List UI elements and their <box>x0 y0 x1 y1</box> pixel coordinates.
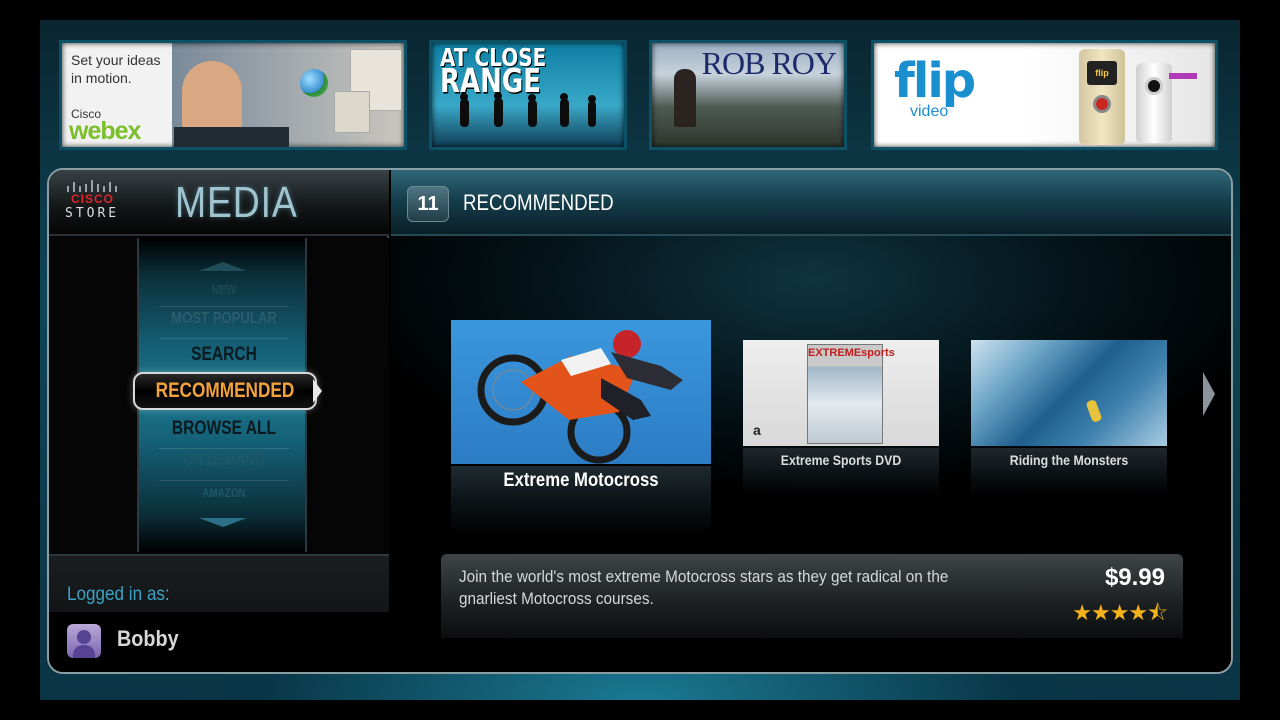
scroll-down-icon[interactable] <box>199 518 247 527</box>
user-name: Bobby <box>117 626 179 651</box>
menu-item-recommended[interactable]: RECOMMENDED <box>133 372 317 410</box>
card-extreme-sports-dvd[interactable]: EXTREMEsports a Extreme Sports DVD <box>743 340 939 496</box>
item-price: $9.99 <box>1104 564 1165 591</box>
star-rating: ★★★★⯪ <box>1072 601 1168 626</box>
cisco-logo: CISCO <box>71 192 115 206</box>
menu-wheel-area: NEW MOST POPULAR SEARCH BROWSE ALL ON DE… <box>49 238 389 554</box>
at-close-range-title: AT CLOSE RANGE <box>440 45 546 99</box>
menu-divider <box>159 480 289 481</box>
menu-item-most-popular[interactable]: MOST POPULAR <box>154 310 293 328</box>
menu-item-new[interactable]: NEW <box>154 282 293 297</box>
page-title: MEDIA <box>175 178 298 227</box>
webex-brand: webex <box>69 117 141 145</box>
card-caption: Extreme Sports DVD <box>743 448 939 496</box>
menu-item-recommended-label: RECOMMENDED <box>155 379 295 402</box>
rob-roy-figure-image <box>674 69 696 127</box>
user-row[interactable]: Bobby <box>49 612 389 672</box>
logged-in-label: Logged in as: <box>67 584 170 605</box>
menu-divider <box>159 306 289 307</box>
card-caption: Riding the Monsters <box>971 448 1167 496</box>
menu-item-amazon[interactable]: AMAZON <box>154 486 293 500</box>
webex-tagline: Set your ideas in motion. <box>71 52 161 86</box>
menu-item-browse-all[interactable]: BROWSE ALL <box>154 418 293 440</box>
flip-camera-back-image <box>1136 63 1172 143</box>
menu-item-search[interactable]: SEARCH <box>154 344 293 366</box>
flip-camera-image: flip <box>1079 49 1125 145</box>
item-description: Join the world's most extreme Motocross … <box>459 567 949 608</box>
banner-webex[interactable]: Set your ideas in motion. Cisco webex <box>59 40 407 150</box>
store-logo-sub: STORE <box>65 206 120 221</box>
store-header: CISCO STORE MEDIA <box>49 170 389 236</box>
surf-thumbnail <box>971 340 1167 446</box>
detail-box: Join the world's most extreme Motocross … <box>441 554 1183 638</box>
webex-video-tile-small <box>334 91 370 133</box>
scroll-up-icon[interactable] <box>199 262 247 271</box>
menu-divider <box>159 448 289 449</box>
dvd-thumbnail: EXTREMEsports a <box>743 340 939 446</box>
menu-divider <box>159 338 289 339</box>
flip-camera-screen: flip <box>1087 61 1117 85</box>
amazon-logo: a <box>753 422 761 438</box>
motocross-image <box>477 330 683 464</box>
menu-item-on-demand[interactable]: ON DEMAND <box>154 452 293 470</box>
card-caption: Extreme Motocross <box>451 466 711 534</box>
banner-flip-video[interactable]: flip video flip <box>871 40 1218 150</box>
globe-icon <box>300 69 328 97</box>
next-arrow-icon[interactable] <box>1203 372 1215 416</box>
card-riding-the-monsters[interactable]: Riding the Monsters <box>971 340 1167 496</box>
card-title: Extreme Sports DVD <box>780 452 902 468</box>
card-extreme-motocross[interactable]: Extreme Motocross <box>451 320 711 534</box>
flip-logo: flip <box>894 53 976 109</box>
flip-usb-arm-image <box>1169 73 1197 79</box>
banner-at-close-range[interactable]: AT CLOSE RANGE <box>429 40 627 150</box>
banner-rob-roy[interactable]: ROB ROY <box>649 40 847 150</box>
selection-pointer-icon <box>313 379 322 403</box>
motocross-thumbnail <box>451 320 711 464</box>
dvd-cover-text: EXTREMEsports <box>808 347 895 359</box>
rob-roy-title: ROB ROY <box>701 45 837 81</box>
avatar <box>67 624 101 658</box>
content-body: Extreme Motocross EXTREMEsports a Extrem… <box>391 236 1231 672</box>
flip-video-label: video <box>910 103 949 120</box>
lens-icon <box>1145 77 1163 95</box>
left-column: CISCO STORE MEDIA NEW MOST POPULAR SEARC… <box>49 170 389 672</box>
main-panel: CISCO STORE MEDIA NEW MOST POPULAR SEARC… <box>47 168 1233 674</box>
record-button-image <box>1093 95 1111 113</box>
content-header: 11 RECOMMENDED <box>391 170 1231 236</box>
card-title: Extreme Motocross <box>503 470 659 491</box>
surfer-image <box>1085 398 1103 424</box>
dvd-cover-image: EXTREMEsports <box>807 344 895 444</box>
webex-person-image <box>182 61 242 133</box>
count-badge: 11 <box>407 186 449 222</box>
content-heading: RECOMMENDED <box>463 190 614 215</box>
webex-desk-image <box>174 127 289 147</box>
card-title: Riding the Monsters <box>1009 452 1129 468</box>
silhouettes-image <box>460 93 596 127</box>
login-area: Logged in as: Bobby <box>49 554 389 672</box>
